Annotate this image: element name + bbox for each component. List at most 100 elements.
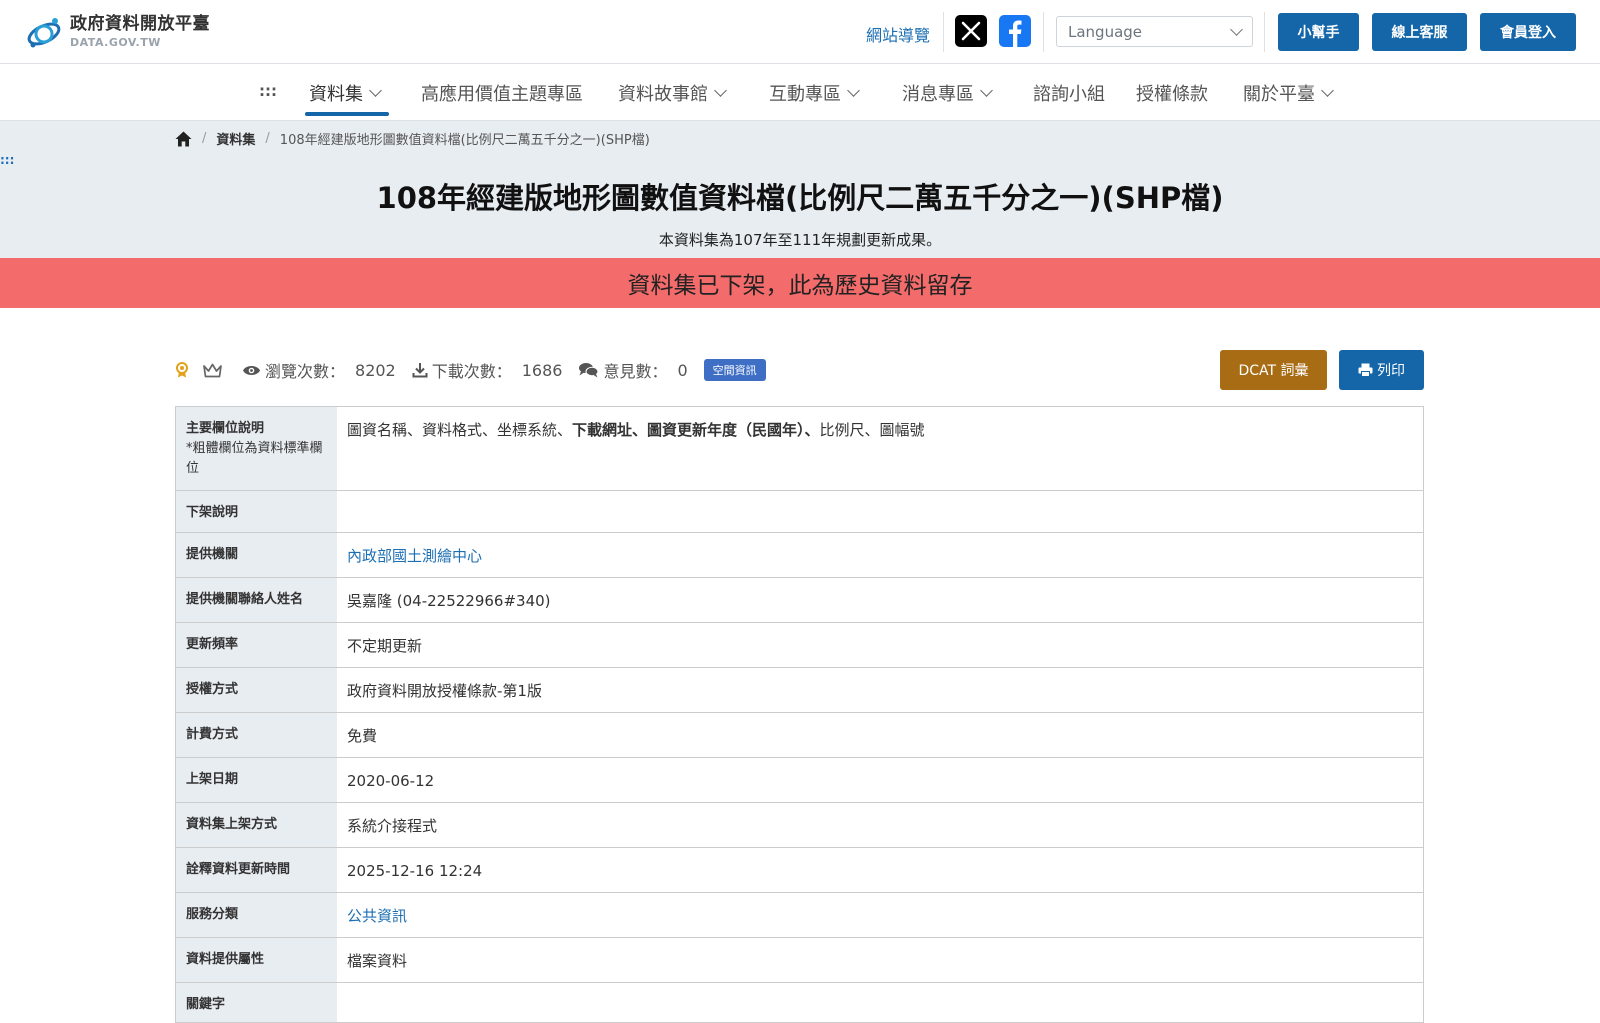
download-count: 下載次數： 1686	[412, 358, 563, 382]
nav-item-datasets[interactable]: 資料集	[309, 80, 382, 106]
logo-globe-icon	[27, 18, 61, 48]
standard-fields: 下載網址、圖資更新年度（民國年）、	[572, 421, 820, 439]
nav-item-news[interactable]: 消息專區	[902, 80, 993, 106]
comment-count-value: 0	[677, 360, 688, 380]
field-value: 政府資料開放授權條款-第1版	[347, 682, 542, 700]
field-value: 吳嘉隆 (04-22522966#340)	[347, 592, 551, 610]
nav-item-high-value[interactable]: 高應用價值主題專區	[421, 80, 583, 106]
field-label: 提供機關	[176, 533, 337, 577]
table-row: 計費方式 免費	[176, 713, 1423, 758]
field-label: 關鍵字	[176, 983, 337, 1022]
category-tag[interactable]: 空間資訊	[703, 359, 766, 381]
comment-count: 意見數： 0	[578, 358, 688, 382]
dataset-stats: 瀏覽次數： 8202 下載次數： 1686 意見數： 0 空間資訊	[175, 357, 766, 383]
field-label: 授權方式	[176, 668, 337, 712]
field-note: *粗體欄位為資料標準欄位	[186, 441, 323, 477]
download-icon	[412, 363, 428, 378]
provider-link[interactable]: 內政部國土測繪中心	[347, 547, 482, 565]
dcat-vocabulary-button[interactable]: DCAT 詞彙	[1220, 350, 1327, 390]
nav-item-advisory[interactable]: 諮詢小組	[1033, 80, 1105, 106]
nav-item-license[interactable]: 授權條款	[1136, 80, 1208, 106]
logo-title: 政府資料開放平臺	[70, 14, 210, 34]
content-accesskey[interactable]: :::	[0, 153, 14, 167]
breadcrumb-current: 108年經建版地形圖數值資料檔(比例尺二萬五千分之一)(SHP檔)	[279, 133, 650, 148]
field-label: 主要欄位說明 *粗體欄位為資料標準欄位	[176, 407, 337, 490]
view-count-label: 瀏覽次數：	[265, 362, 346, 381]
divider	[1264, 12, 1265, 52]
nav-item-label: 諮詢小組	[1033, 84, 1105, 105]
table-row: 關鍵字	[176, 983, 1423, 1023]
field-value: 內政部國土測繪中心	[337, 533, 1423, 577]
download-count-value: 1686	[521, 360, 563, 380]
field-value: 公共資訊	[337, 893, 1423, 937]
page-title: 108年經建版地形圖數值資料檔(比例尺二萬五千分之一)(SHP檔)	[376, 181, 1224, 215]
nav-accesskey[interactable]: :::	[259, 82, 277, 100]
nav-item-label: 高應用價值主題專區	[421, 84, 583, 105]
field-value: 檔案資料	[347, 952, 408, 970]
field-value: 不定期更新	[347, 637, 423, 655]
nav-item-stories[interactable]: 資料故事館	[618, 80, 727, 106]
chevron-down-icon	[1230, 23, 1243, 36]
divider	[943, 12, 944, 52]
view-count-value: 8202	[355, 360, 396, 380]
view-count: 瀏覽次數： 8202	[242, 358, 396, 382]
category-link[interactable]: 公共資訊	[347, 907, 407, 925]
top-header: 政府資料開放平臺 DATA.GOV.TW 網站導覽 Language 小幫手 線…	[0, 0, 1600, 64]
table-row: 服務分類 公共資訊	[176, 893, 1423, 938]
language-select-value: Language	[1068, 22, 1143, 41]
chevron-down-icon	[714, 84, 727, 97]
sitemap-link[interactable]: 網站導覽	[866, 22, 930, 46]
x-twitter-icon[interactable]	[955, 15, 987, 47]
facebook-icon[interactable]	[999, 15, 1031, 47]
helper-button[interactable]: 小幫手	[1278, 13, 1359, 51]
chevron-down-icon	[1321, 84, 1334, 97]
field-label: 資料集上架方式	[176, 803, 337, 847]
table-row: 授權方式 政府資料開放授權條款-第1版	[176, 668, 1423, 713]
site-logo[interactable]: 政府資料開放平臺 DATA.GOV.TW	[24, 12, 210, 52]
table-row: 上架日期 2020-06-12	[176, 758, 1423, 803]
field-label: 服務分類	[176, 893, 337, 937]
dataset-detail-table: 主要欄位說明 *粗體欄位為資料標準欄位 圖資名稱、資料格式、坐標系統、下載網址、…	[175, 406, 1424, 1023]
breadcrumb: / 資料集 / 108年經建版地形圖數值資料檔(比例尺二萬五千分之一)(SHP檔…	[175, 129, 650, 148]
field-label: 資料提供屬性	[176, 938, 337, 982]
chevron-down-icon	[847, 84, 860, 97]
field-value: 圖資名稱、資料格式、坐標系統、下載網址、圖資更新年度（民國年）、比例尺、圖幅號	[347, 421, 925, 439]
field-label: 詮釋資料更新時間	[176, 848, 337, 892]
table-row: 更新頻率 不定期更新	[176, 623, 1423, 668]
breadcrumb-datasets[interactable]: 資料集	[216, 129, 255, 148]
delisted-notice: 資料集已下架，此為歷史資料留存	[0, 258, 1600, 308]
field-value	[337, 491, 1423, 532]
printer-icon	[1358, 363, 1373, 377]
field-label: 更新頻率	[176, 623, 337, 667]
field-value: 2025-12-16 12:24	[347, 862, 483, 880]
chevron-down-icon	[369, 84, 382, 97]
nav-active-indicator	[305, 112, 389, 116]
nav-item-label: 消息專區	[902, 84, 974, 105]
eye-icon	[243, 365, 260, 375]
field-value: 免費	[347, 727, 378, 745]
dataset-description: 本資料集為107年至111年規劃更新成果。	[658, 231, 942, 249]
table-row: 提供機關 內政部國土測繪中心	[176, 533, 1423, 578]
nav-item-label: 資料故事館	[618, 84, 708, 105]
print-button[interactable]: 列印	[1339, 350, 1424, 390]
table-row: 資料集上架方式 系統介接程式	[176, 803, 1423, 848]
divider	[1043, 12, 1044, 52]
nav-item-label: 資料集	[309, 84, 363, 105]
nav-item-interactive[interactable]: 互動專區	[769, 80, 860, 106]
nav-item-label: 互動專區	[769, 84, 841, 105]
member-login-button[interactable]: 會員登入	[1480, 13, 1576, 51]
table-row: 詮釋資料更新時間 2025-12-16 12:24	[176, 848, 1423, 893]
language-select[interactable]: Language	[1056, 16, 1253, 47]
field-value: 2020-06-12	[347, 772, 435, 790]
field-value: 系統介接程式	[347, 817, 438, 835]
nav-item-about[interactable]: 關於平臺	[1243, 80, 1334, 106]
dataset-hero: / 資料集 / 108年經建版地形圖數值資料檔(比例尺二萬五千分之一)(SHP檔…	[0, 121, 1600, 258]
table-row: 主要欄位說明 *粗體欄位為資料標準欄位 圖資名稱、資料格式、坐標系統、下載網址、…	[176, 407, 1423, 491]
field-label: 提供機關聯絡人姓名	[176, 578, 337, 622]
chevron-down-icon	[980, 84, 993, 97]
field-label: 計費方式	[176, 713, 337, 757]
logo-subtitle: DATA.GOV.TW	[70, 36, 161, 49]
table-row: 資料提供屬性 檔案資料	[176, 938, 1423, 983]
home-icon[interactable]	[175, 131, 192, 147]
online-service-button[interactable]: 線上客服	[1372, 13, 1467, 51]
